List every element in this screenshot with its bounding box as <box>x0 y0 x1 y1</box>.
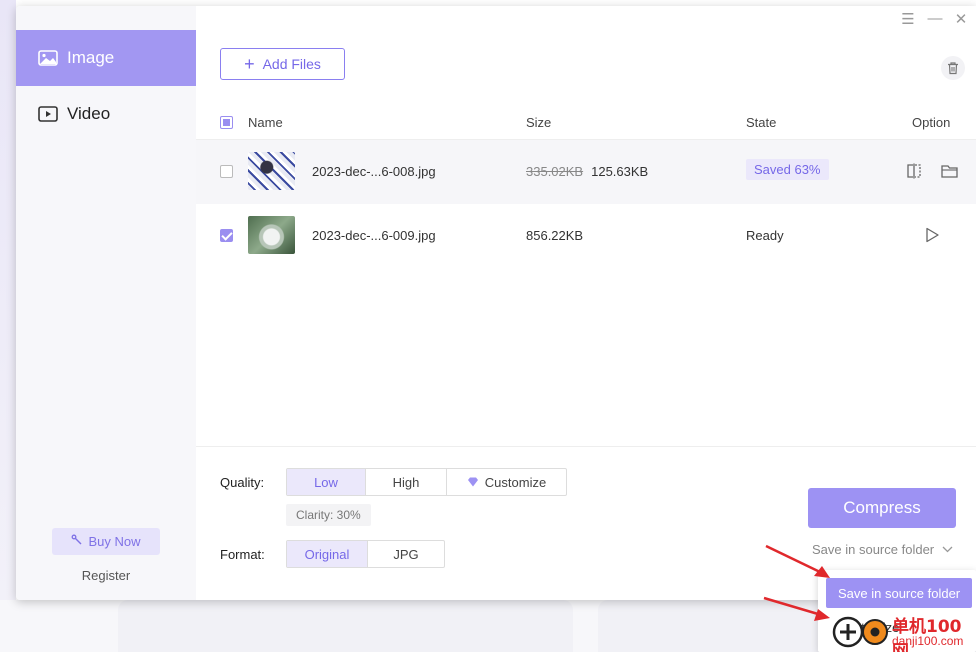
clarity-badge: Clarity: 30% <box>286 504 371 526</box>
sidebar-item-label: Video <box>67 104 111 123</box>
table-row[interactable]: 2023-dec-...6-009.jpg 856.22KB Ready <box>196 204 976 268</box>
plus-icon: + <box>244 54 255 74</box>
add-files-label: Add Files <box>262 56 321 72</box>
image-icon <box>38 50 58 66</box>
file-size: 335.02KB 125.63KB <box>526 164 648 179</box>
format-label: Format: <box>220 547 265 562</box>
file-name: 2023-dec-...6-009.jpg <box>312 228 436 243</box>
row-checkbox[interactable] <box>220 165 233 178</box>
quality-option-customize[interactable]: Customize <box>447 469 566 495</box>
customize-label: Customize <box>484 474 547 490</box>
image-thumbnail <box>248 152 295 190</box>
file-state: Ready <box>746 228 784 243</box>
quality-option-high[interactable]: High <box>366 469 447 495</box>
table-header: Name Size State Option <box>196 104 976 140</box>
play-icon[interactable] <box>923 226 941 244</box>
sidebar-item-image[interactable]: Image <box>16 30 196 86</box>
buy-now-button[interactable]: Buy Now <box>52 528 160 555</box>
watermark-url: danji100.com <box>892 634 964 648</box>
original-size: 335.02KB <box>526 164 584 179</box>
file-name: 2023-dec-...6-008.jpg <box>312 164 436 179</box>
column-header-state: State <box>746 115 777 130</box>
tag-icon <box>71 534 83 549</box>
annotation-arrow <box>765 544 830 578</box>
chevron-down-icon <box>942 544 953 556</box>
folder-icon[interactable] <box>941 162 959 180</box>
compare-icon[interactable] <box>905 162 923 180</box>
buy-now-label: Buy Now <box>88 534 141 549</box>
select-all-checkbox[interactable] <box>220 116 233 129</box>
column-header-size: Size <box>526 115 552 130</box>
table-row[interactable]: 2023-dec-...6-008.jpg 335.02KB 125.63KB S… <box>196 140 976 204</box>
row-checkbox[interactable] <box>220 229 233 242</box>
trash-icon[interactable] <box>941 56 965 80</box>
quality-option-low[interactable]: Low <box>287 469 366 495</box>
backdrop <box>0 0 16 652</box>
video-icon <box>38 106 58 122</box>
sidebar-item-label: Image <box>67 48 115 67</box>
quality-label: Quality: <box>220 475 265 490</box>
quality-selector: Low High Customize <box>286 468 567 496</box>
image-thumbnail <box>248 216 295 254</box>
compressed-size: 125.63KB <box>591 164 649 179</box>
add-files-button[interactable]: + Add Files <box>220 48 345 80</box>
file-size: 856.22KB <box>526 228 584 243</box>
format-selector: Original JPG <box>286 540 445 568</box>
register-link[interactable]: Register <box>52 568 160 583</box>
sidebar-item-video[interactable]: Video <box>16 86 196 142</box>
backdrop-card <box>118 600 573 652</box>
watermark-logo <box>832 616 888 648</box>
diamond-icon <box>467 477 479 487</box>
dropdown-option-source-folder[interactable]: Save in source folder <box>826 578 972 608</box>
format-option-original[interactable]: Original <box>287 541 368 567</box>
column-header-option: Option <box>912 115 951 130</box>
status-badge: Saved 63% <box>746 159 829 180</box>
format-option-jpg[interactable]: JPG <box>368 541 444 567</box>
compress-button[interactable]: Compress <box>808 488 956 528</box>
sidebar: Image Video Buy Now Register <box>16 6 196 600</box>
divider <box>196 446 976 447</box>
column-header-name: Name <box>248 115 283 130</box>
